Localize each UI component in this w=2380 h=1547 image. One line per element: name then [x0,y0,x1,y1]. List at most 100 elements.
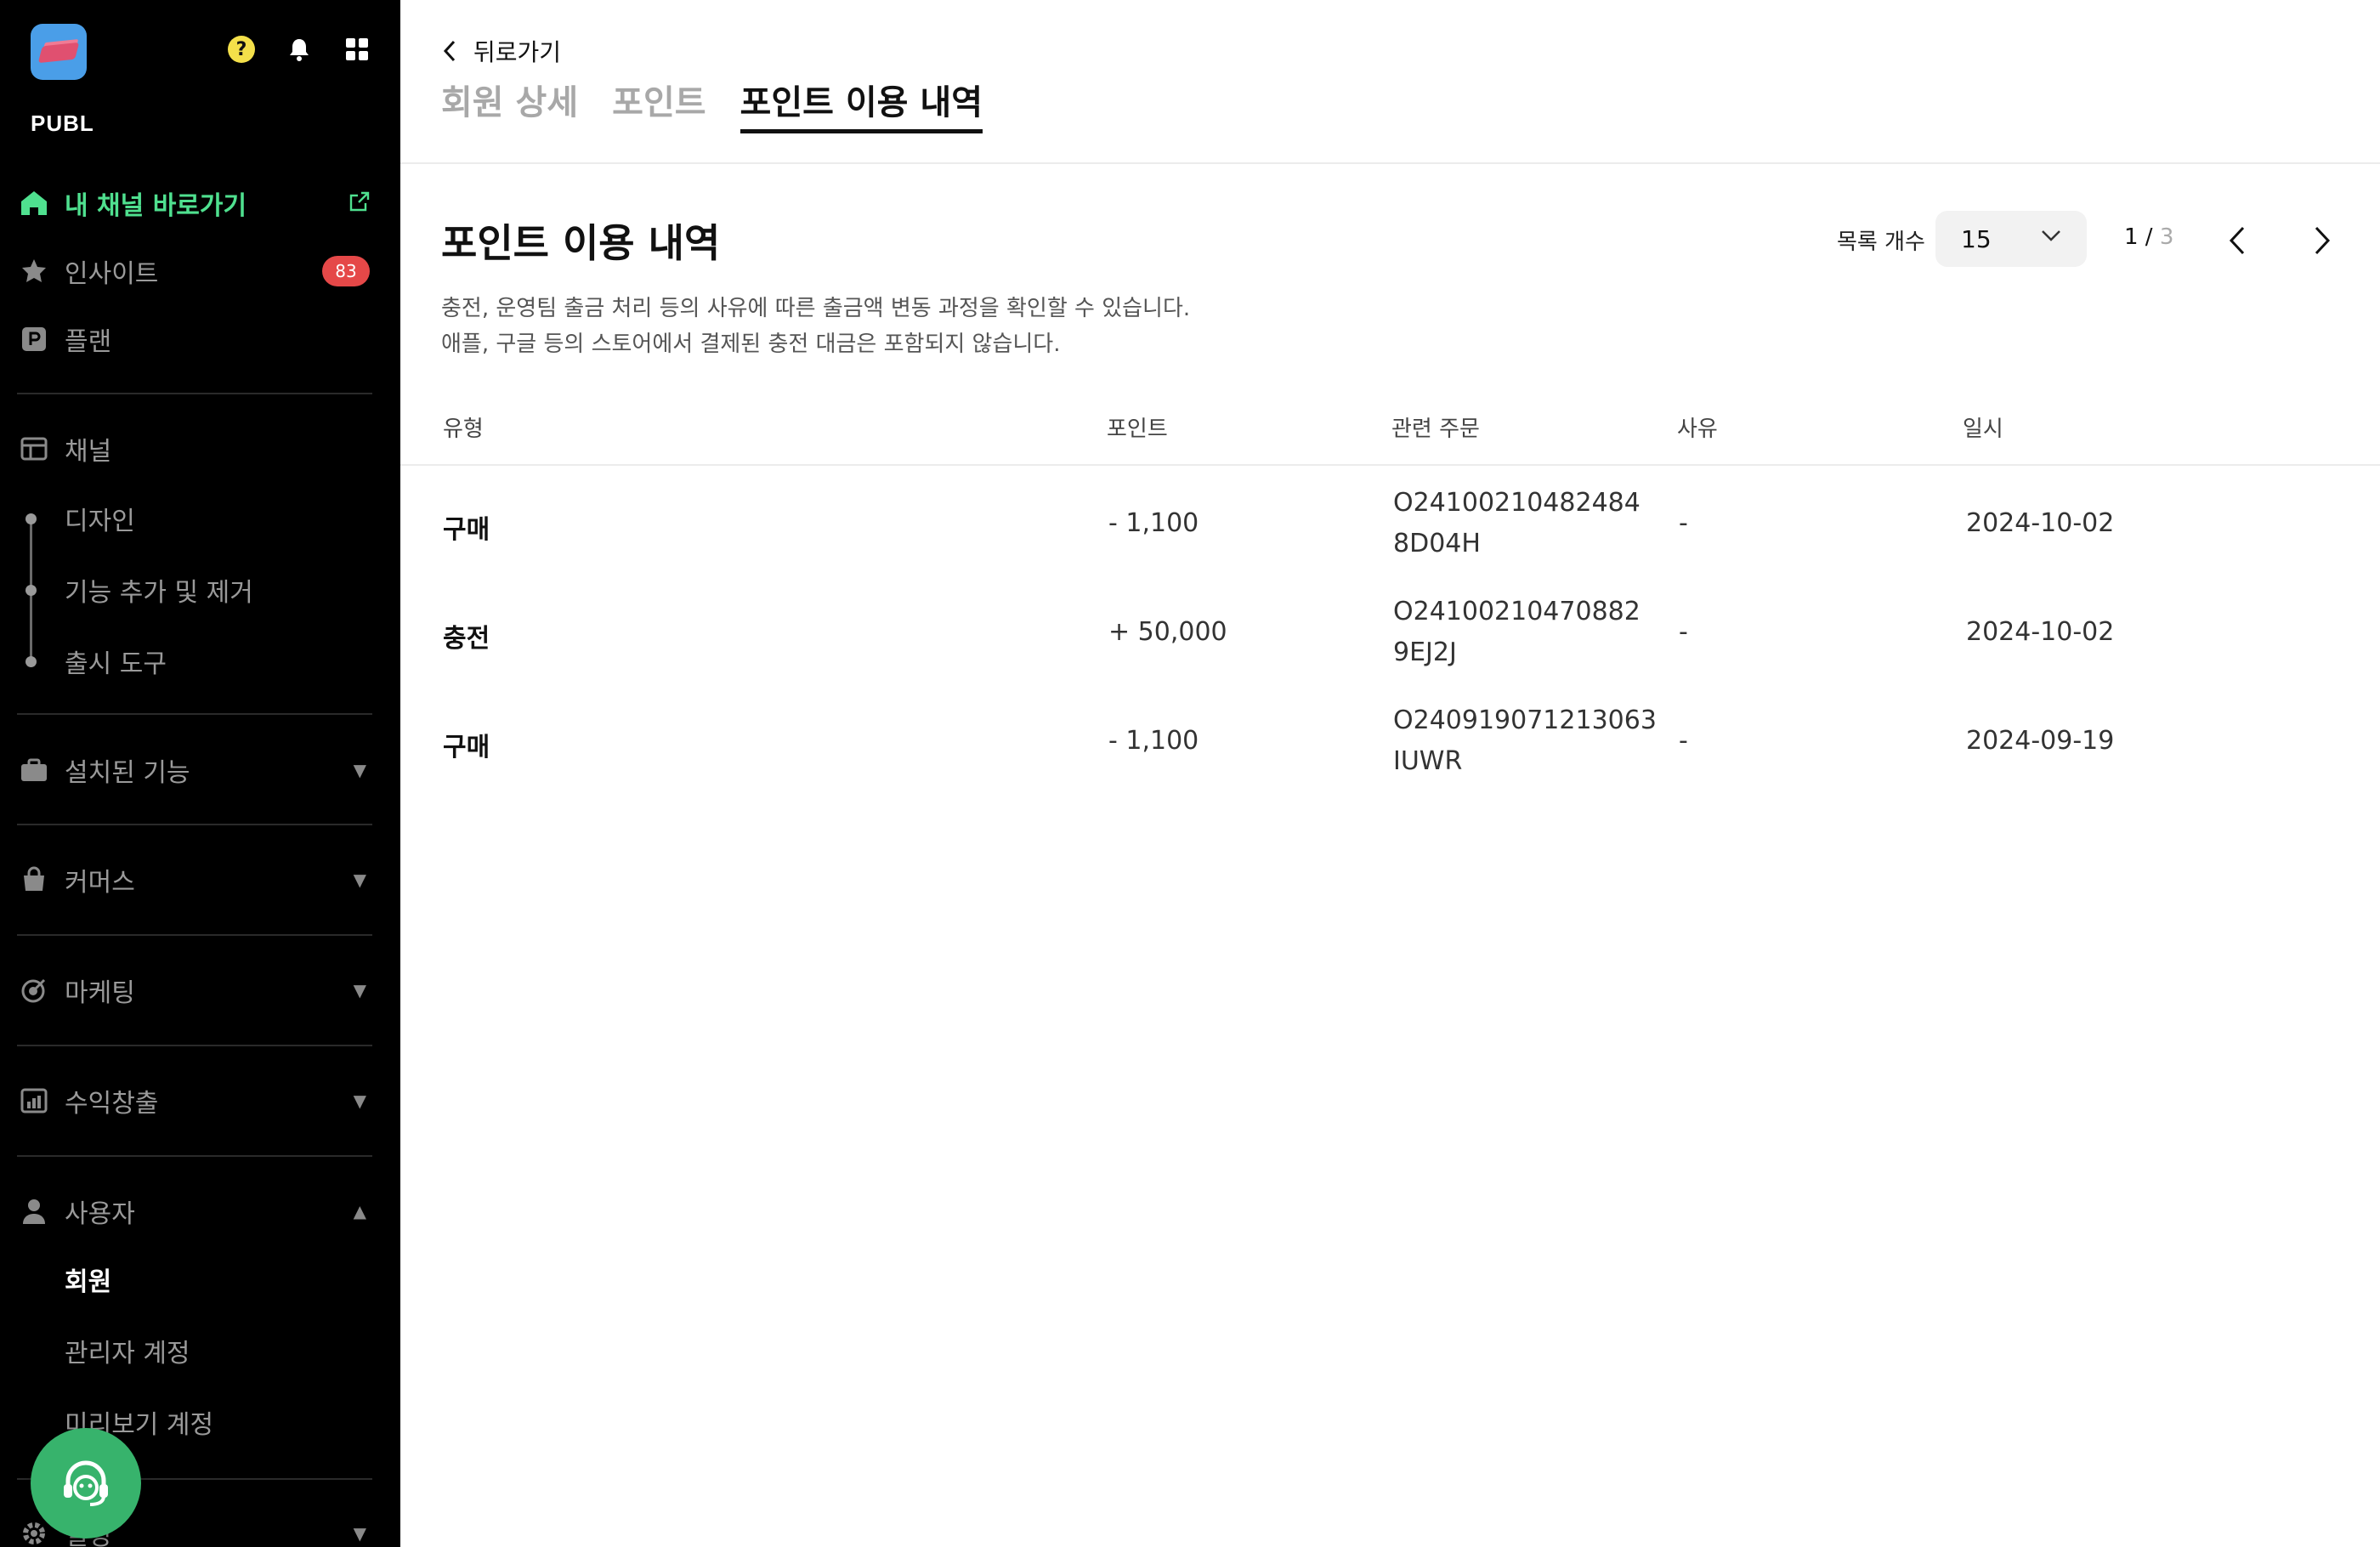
chevron-left-icon [443,40,456,62]
list-count-value: 15 [1961,224,1992,253]
sidebar-item-label: 관리자 계정 [65,1339,190,1368]
pager-current: 1 / [2124,224,2153,250]
sidebar-item-feature-edit[interactable]: 기능 추가 및 제거 [0,566,400,614]
cell-reason: - [1679,508,1688,538]
briefcase-icon [19,755,49,785]
sidebar-item-label: 수익창출 [65,1089,159,1119]
sidebar-item-launch-tool[interactable]: 출시 도구 [0,638,400,685]
cell-date: 2024-10-02 [1966,617,2115,647]
sidebar-item-plan[interactable]: 플랜 [0,314,400,365]
chart-icon [19,1085,49,1116]
sidebar-item-members[interactable]: 회원 [0,1255,400,1303]
description-line: 애플, 구글 등의 스토어에서 결제된 충전 대금은 포함되지 않습니다. [441,332,1061,357]
column-header-reason: 사유 [1677,416,1718,442]
shopping-bag-icon [19,864,49,895]
chevron-left-icon [2229,226,2245,255]
table-row: 충전 + 50,000 O24100210470882 9EJ2J - 2024… [400,581,2380,690]
cell-points: - 1,100 [1108,508,1199,538]
chevron-right-icon [2315,226,2331,255]
list-count-select[interactable]: 15 [1935,211,2087,267]
sidebar-item-commerce[interactable]: 커머스 ▼ [0,854,400,905]
sidebar-item-label: 인사이트 [65,259,159,289]
caret-down-icon: ▼ [353,1091,366,1111]
cell-order[interactable]: O24100210470882 9EJ2J [1393,592,1640,673]
star-icon [19,256,49,286]
target-icon [19,975,49,1006]
user-icon [19,1196,49,1227]
sidebar-item-my-channel[interactable]: 내 채널 바로가기 [0,178,400,229]
external-link-icon [349,191,370,215]
list-count-label: 목록 개수 [1837,230,1925,255]
sidebar-item-users[interactable]: 사용자 ▲ [0,1186,400,1237]
sidebar-divider [17,393,372,394]
cell-points: + 50,000 [1108,617,1227,647]
pager-total: 3 [2159,224,2174,250]
home-icon [19,188,49,218]
description-line: 충전, 운영팀 출금 처리 등의 사유에 따른 출금액 변동 과정을 확인할 수… [441,296,1191,321]
column-header-date: 일시 [1963,416,2003,442]
sidebar-item-label: 마케팅 [65,978,135,1008]
caret-down-icon: ▼ [353,870,366,890]
app-logo[interactable] [31,24,87,80]
order-id-line: O24100210470882 [1393,597,1640,626]
order-id-line: O240919071213063 [1393,706,1657,735]
caret-up-icon: ▲ [353,1201,366,1221]
tab-bar: 회원 상세 포인트 포인트 이용 내역 [441,75,983,133]
cell-order[interactable]: O240919071213063 IUWR [1393,700,1657,782]
sidebar-item-marketing[interactable]: 마케팅 ▼ [0,965,400,1016]
back-link[interactable]: 뒤로가기 [443,34,561,68]
help-icon[interactable]: ? [228,36,255,63]
order-id-line: O24100210482484 [1393,488,1640,518]
sidebar-item-installed[interactable]: 설치된 기능 ▼ [0,745,400,796]
prev-page-button[interactable] [2216,219,2258,262]
cell-type: 구매 [443,733,490,762]
customer-support-button[interactable] [31,1428,141,1538]
sidebar-item-admin-accounts[interactable]: 관리자 계정 [0,1327,400,1374]
sidebar-item-design[interactable]: 디자인 [0,495,400,542]
cell-points: - 1,100 [1108,726,1199,756]
caret-down-icon: ▼ [353,1523,366,1544]
sidebar-item-label: 출시 도구 [65,649,167,679]
sidebar-item-label: 기능 추가 및 제거 [65,578,253,608]
sidebar-divider [17,713,372,715]
apps-grid-icon[interactable] [343,36,371,63]
cell-type: 구매 [443,515,490,545]
sidebar-item-label: 커머스 [65,868,135,898]
sidebar-item-insight[interactable]: 인사이트 83 [0,246,400,297]
headset-icon [64,1460,108,1506]
cell-reason: - [1679,726,1688,756]
sidebar: ? PUBL 내 채널 바로가기 인사이트 83 플랜 채널 디자인 기능 추가… [0,0,400,1547]
channel-window-icon [19,434,49,464]
chevron-down-icon [2042,230,2060,241]
bell-icon[interactable] [286,36,313,63]
next-page-button[interactable] [2301,219,2343,262]
order-id-line: 8D04H [1393,529,1481,558]
order-id-line: 9EJ2J [1393,638,1457,667]
column-header-points: 포인트 [1107,416,1168,442]
tab-point-history[interactable]: 포인트 이용 내역 [740,75,983,133]
sidebar-item-label: 설치된 기능 [65,758,190,788]
column-header-order: 관련 주문 [1391,416,1480,442]
pagination-indicator: 1 / 3 [2124,224,2173,250]
sidebar-divider [17,1045,372,1046]
cell-date: 2024-10-02 [1966,508,2115,538]
caret-down-icon: ▼ [353,980,366,1000]
cell-order[interactable]: O24100210482484 8D04H [1393,483,1640,564]
sidebar-divider [17,824,372,825]
cell-date: 2024-09-19 [1966,726,2115,756]
sidebar-item-revenue[interactable]: 수익창출 ▼ [0,1075,400,1126]
sidebar-top-icons: ? [228,36,371,63]
tab-member-detail[interactable]: 회원 상세 [441,75,578,133]
sidebar-item-channel[interactable]: 채널 [0,423,400,474]
table-row: 구매 - 1,100 O24100210482484 8D04H - 2024-… [400,473,2380,581]
table-header-divider [400,464,2380,466]
sidebar-divider [17,934,372,936]
order-id-line: IUWR [1393,746,1463,776]
back-label: 뒤로가기 [473,38,562,66]
tab-points[interactable]: 포인트 [612,75,706,133]
sidebar-divider [17,1155,372,1157]
sidebar-item-label: 플랜 [65,327,112,357]
column-header-type: 유형 [443,416,484,442]
cell-type: 충전 [443,624,490,654]
sidebar-item-label: 회원 [65,1267,112,1297]
